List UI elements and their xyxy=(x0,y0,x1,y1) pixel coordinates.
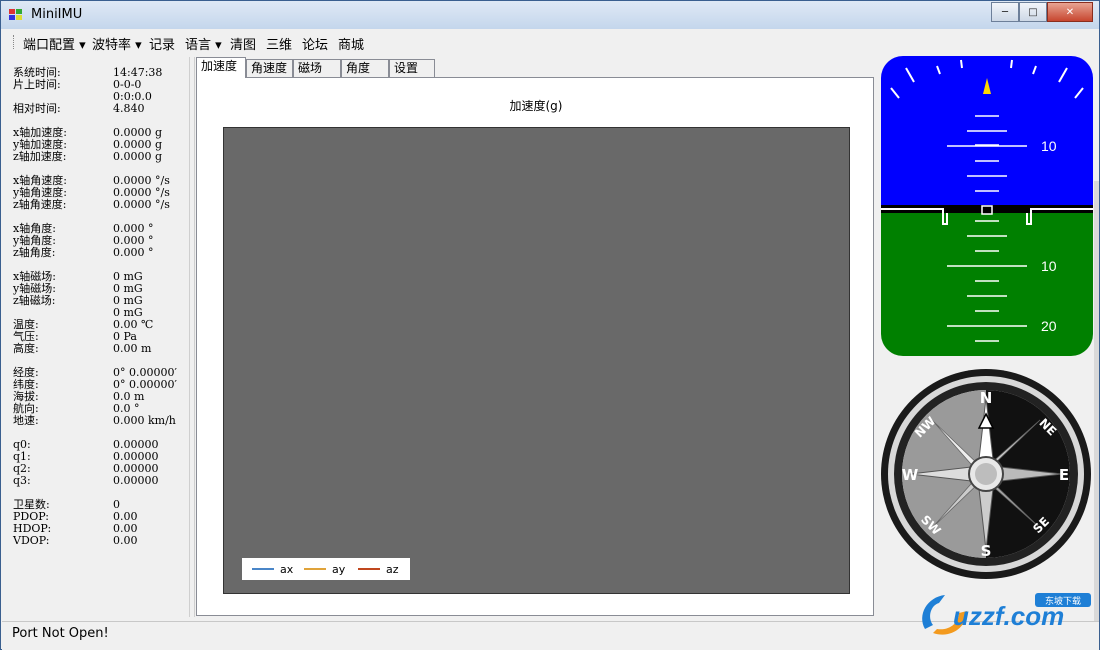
readout-row: 相对时间: 4.840 xyxy=(13,102,145,115)
main-window: MiniIMU ─ □ ✕ 端口配置 ▾ 波特率 ▾ 记录 语言 ▾ 清图 三维… xyxy=(0,0,1100,650)
legend-line-ay xyxy=(304,568,326,570)
acceleration-tab-page: 加速度(g) ax ay az xyxy=(196,77,874,616)
pitch-label-up-10: 10 xyxy=(1041,138,1057,154)
right-scroll-edge[interactable] xyxy=(1094,181,1099,621)
legend-line-ax xyxy=(252,568,274,570)
status-text: Port Not Open! xyxy=(12,626,109,641)
site-watermark-logo: uzzf.com 东坡下载 xyxy=(922,593,1091,635)
readout-row: 高度: 0.00 m xyxy=(13,342,152,355)
sensor-readout-panel: 系统时间: 14:47:38 片上时间: 0-0-0 0:0:0.0 相对时间: 4.… xyxy=(13,66,177,547)
tab-magnetic-field[interactable]: 磁场 xyxy=(293,59,341,77)
readout-row: VDOP: 0.00 xyxy=(13,534,138,547)
readout-row: q3: 0.00000 xyxy=(13,474,159,487)
readout-row: z轴角度: 0.000 ° xyxy=(13,246,154,259)
window-title: MiniIMU xyxy=(31,7,83,22)
legend-item-ay: ay xyxy=(304,558,345,580)
menu-3d[interactable]: 三维 xyxy=(266,34,292,53)
panel-splitter[interactable] xyxy=(189,57,195,617)
tab-angular-velocity[interactable]: 角速度 xyxy=(246,59,293,77)
maximize-button[interactable]: □ xyxy=(1019,2,1047,22)
compass-label-s: S xyxy=(981,542,992,560)
ground-area xyxy=(881,208,1093,356)
compass-label-n: N xyxy=(980,389,993,407)
legend-label-ay: ay xyxy=(332,562,346,576)
compass-label-w: W xyxy=(902,466,919,484)
attitude-indicator: 10 10 20 xyxy=(881,56,1093,356)
close-button[interactable]: ✕ xyxy=(1047,2,1093,22)
menu-port-config[interactable]: 端口配置 ▾ xyxy=(23,34,86,53)
legend-item-ax: ax xyxy=(252,558,293,580)
legend-label-az: az xyxy=(386,562,399,576)
watermark-badge: 东坡下载 xyxy=(1045,595,1081,607)
pitch-label-down-10: 10 xyxy=(1041,258,1057,274)
legend-item-az: az xyxy=(358,558,399,580)
menu-bar: 端口配置 ▾ 波特率 ▾ 记录 语言 ▾ 清图 三维 论坛 商城 xyxy=(9,31,1093,53)
tab-angle[interactable]: 角度 xyxy=(341,59,389,77)
chart-title: 加速度(g) xyxy=(509,99,563,113)
menu-baud-rate[interactable]: 波特率 ▾ xyxy=(92,34,142,53)
menu-record[interactable]: 记录 xyxy=(149,34,175,53)
compass-instrument: N NE E SE S SW W NW xyxy=(881,369,1091,579)
readout-row: 片上时间: 0-0-0 xyxy=(13,78,142,91)
app-icon xyxy=(9,9,22,20)
readout-row: z轴磁场: 0 mG xyxy=(13,294,143,307)
readout-row: 地速: 0.000 km/h xyxy=(13,414,176,427)
pitch-label-down-20: 20 xyxy=(1041,318,1057,334)
readout-row: z轴角速度: 0.0000 °/s xyxy=(13,198,170,211)
window-controls: ─ □ ✕ xyxy=(991,2,1093,22)
menu-shop[interactable]: 商城 xyxy=(338,34,364,53)
acceleration-plot-area: ax ay az xyxy=(223,127,850,594)
compass-label-e: E xyxy=(1059,466,1069,484)
readout-row: z轴加速度: 0.0000 g xyxy=(13,150,163,163)
title-bar[interactable]: MiniIMU ─ □ ✕ xyxy=(1,1,1099,29)
legend-label-ax: ax xyxy=(280,562,294,576)
menu-grip xyxy=(13,35,17,49)
minimize-button[interactable]: ─ xyxy=(991,2,1019,22)
menu-forum[interactable]: 论坛 xyxy=(302,34,328,53)
chart-legend: ax ay az xyxy=(242,558,410,580)
tab-settings[interactable]: 设置 xyxy=(389,59,435,77)
legend-line-az xyxy=(358,568,380,570)
menu-language[interactable]: 语言 ▾ xyxy=(185,34,222,53)
tab-acceleration[interactable]: 加速度 xyxy=(196,57,246,78)
menu-clear-plot[interactable]: 清图 xyxy=(230,34,256,53)
